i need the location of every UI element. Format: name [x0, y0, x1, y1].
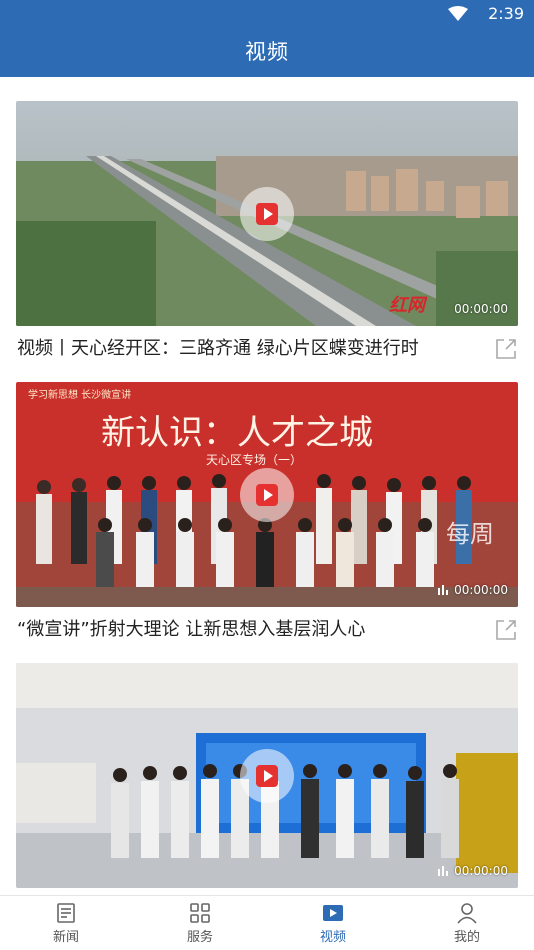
video-card[interactable]: 红网 00:00:00 视频丨天心经开区：三路齐通 绿心片区蝶变进行时 — [16, 101, 518, 359]
banner-heading: 新认识：人才之城 — [101, 413, 373, 453]
audio-bars-icon — [438, 866, 449, 876]
banner-line: 学习新思想 长沙微宣讲 — [28, 388, 131, 401]
grid-icon — [190, 903, 210, 923]
tab-profile[interactable]: 我的 — [427, 902, 507, 945]
tab-label: 我的 — [453, 930, 480, 945]
video-thumbnail[interactable]: 00:00:00 — [16, 663, 518, 888]
audio-bars-icon — [438, 585, 449, 595]
video-title[interactable]: “微宣讲”折射大理论 让新思想入基层润人心 — [17, 615, 487, 641]
video-card[interactable]: 学习新思想 长沙微宣讲 新认识：人才之城 天心区专场（一） 每周 00:00:0… — [16, 382, 518, 640]
brand-watermark: 红网 — [389, 295, 428, 316]
video-duration: 00:00:00 — [438, 864, 508, 878]
play-button[interactable] — [240, 468, 294, 522]
page-title: 视频 — [245, 40, 289, 64]
tab-label: 视频 — [319, 930, 346, 945]
duration-text: 00:00:00 — [454, 864, 508, 878]
tab-news[interactable]: 新闻 — [26, 902, 106, 945]
play-icon — [256, 765, 278, 787]
play-icon — [256, 203, 278, 225]
video-feed[interactable]: 红网 00:00:00 视频丨天心经开区：三路齐通 绿心片区蝶变进行时 学习新思… — [0, 77, 534, 895]
duration-text: 00:00:00 — [454, 302, 508, 316]
status-time: 2:39 — [488, 4, 524, 23]
app-header: 2:39 视频 — [0, 0, 534, 77]
video-duration: 00:00:00 — [438, 583, 508, 597]
share-icon[interactable] — [494, 618, 518, 642]
share-icon[interactable] — [494, 337, 518, 361]
video-duration: 00:00:00 — [454, 302, 508, 316]
banner-subtitle: 天心区专场（一） — [206, 452, 302, 467]
video-icon — [323, 905, 343, 921]
video-card[interactable]: 00:00:00 — [16, 663, 518, 888]
tab-label: 服务 — [186, 930, 213, 945]
play-icon — [256, 484, 278, 506]
tab-label: 新闻 — [52, 930, 79, 945]
duration-text: 00:00:00 — [454, 583, 508, 597]
wifi-icon — [448, 6, 468, 21]
corner-watermark: 每周 — [446, 520, 494, 548]
news-icon — [57, 903, 75, 923]
video-thumbnail[interactable]: 红网 00:00:00 — [16, 101, 518, 326]
play-button[interactable] — [240, 749, 294, 803]
tab-video[interactable]: 视频 — [293, 902, 373, 945]
video-thumbnail[interactable]: 学习新思想 长沙微宣讲 新认识：人才之城 天心区专场（一） 每周 00:00:0… — [16, 382, 518, 607]
tab-services[interactable]: 服务 — [160, 902, 240, 945]
video-title[interactable]: 视频丨天心经开区：三路齐通 绿心片区蝶变进行时 — [17, 334, 487, 360]
user-icon — [457, 903, 477, 924]
play-button[interactable] — [240, 187, 294, 241]
bottom-tab-bar: 新闻 服务 视频 我的 — [0, 895, 534, 950]
